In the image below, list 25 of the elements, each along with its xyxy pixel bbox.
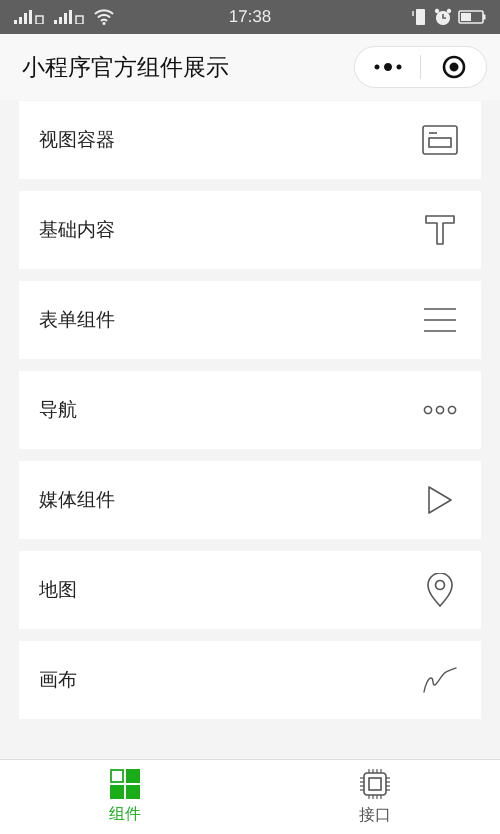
dots-icon xyxy=(423,405,457,415)
list-item[interactable]: 视图容器 xyxy=(19,101,481,179)
tab[interactable]: 接口 xyxy=(250,760,500,834)
list-item[interactable]: 表单组件 xyxy=(19,281,481,359)
lines-icon xyxy=(424,308,456,332)
alarm-clock-icon xyxy=(434,8,452,26)
chip-icon xyxy=(359,768,391,800)
list-item[interactable]: 导航 xyxy=(19,371,481,449)
letter-t-icon xyxy=(425,215,455,245)
play-icon xyxy=(427,485,453,515)
list-item[interactable]: 地图 xyxy=(19,551,481,629)
more-icon xyxy=(372,62,402,72)
grid-icon xyxy=(110,769,140,799)
list-item[interactable]: 基础内容 xyxy=(19,191,481,269)
scribble-icon xyxy=(422,666,458,694)
phone-icon xyxy=(412,8,428,26)
wifi-icon xyxy=(94,9,114,25)
location-pin-icon xyxy=(427,573,453,607)
page-title: 小程序官方组件展示 xyxy=(22,54,229,82)
window-icon xyxy=(422,125,458,155)
list-item[interactable]: 媒体组件 xyxy=(19,461,481,539)
status-time: 17:38 xyxy=(228,7,272,27)
list-item[interactable]: 画布 xyxy=(19,641,481,719)
battery-icon xyxy=(458,10,486,24)
target-icon xyxy=(442,55,466,79)
